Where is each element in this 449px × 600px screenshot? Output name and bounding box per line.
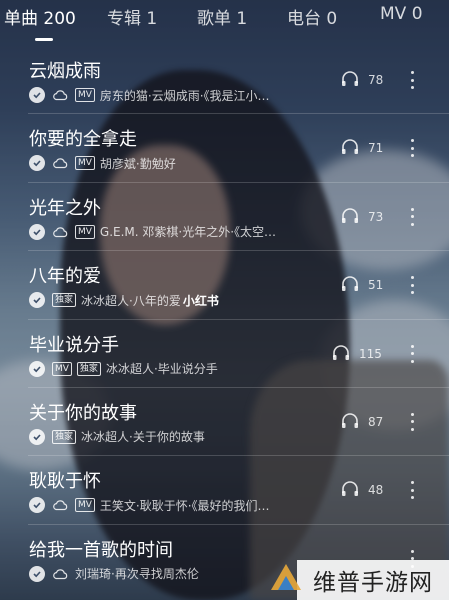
play-count: 87 [368, 414, 384, 429]
song-row-2[interactable]: 光年之外 MV G.E.M. 邓紫棋·光年之外·《太空… 73 [28, 183, 449, 252]
song-title: 光年之外 [29, 197, 101, 219]
song-row-6[interactable]: 耿耿于怀 MV 王笑文·耿耿于怀·《最好的我们… 48 [28, 456, 449, 525]
more-options-icon[interactable] [409, 139, 415, 158]
mv-tag: MV [75, 498, 95, 513]
play-count: 51 [368, 278, 384, 293]
check-icon [29, 292, 45, 309]
song-meta: MV 王笑文·耿耿于怀·《最好的我们… [29, 497, 270, 514]
play-count: 73 [368, 209, 384, 224]
song-subtitle: 冰冰超人·关于你的故事 [81, 430, 205, 445]
more-options-icon[interactable] [409, 344, 415, 363]
play-count: 48 [368, 483, 384, 498]
site-logo-icon [271, 564, 301, 590]
headphones-icon [342, 207, 358, 223]
cloud-icon [52, 89, 68, 101]
song-meta: 刘瑞琦·再次寻找周杰伦 [29, 565, 199, 582]
xiaohongshu-watermark: 小红书 [182, 293, 219, 308]
song-row-0[interactable]: 云烟成雨 MV 房东的猫·云烟成雨·《我是江小… 78 [28, 46, 449, 115]
mv-tag: MV [52, 361, 72, 376]
song-title: 云烟成雨 [29, 61, 101, 82]
check-icon [29, 565, 45, 582]
play-count: 78 [368, 73, 384, 87]
tab-radio[interactable]: 电台 0 [287, 4, 337, 29]
song-row-5[interactable]: 关于你的故事 独家 冰冰超人·关于你的故事 87 [28, 388, 449, 457]
song-subtitle: 王笑文·耿耿于怀·《最好的我们… [99, 498, 270, 513]
song-meta: 独家 冰冰超人·八年的爱 小红书 [29, 292, 219, 309]
song-subtitle: 冰冰超人·毕业说分手 [105, 362, 218, 377]
exclusive-tag: 独家 [76, 361, 101, 376]
tab-mv[interactable]: MV 0 [380, 4, 423, 24]
song-meta: MV 胡彦斌·勤勉好 [29, 155, 176, 172]
headphones-icon [342, 276, 358, 292]
song-title: 耿耿于怀 [29, 471, 101, 493]
headphones-icon [342, 71, 358, 86]
more-options-icon[interactable] [409, 276, 415, 295]
tab-playlist[interactable]: 歌单 1 [197, 4, 247, 29]
tab-indicator [35, 38, 53, 41]
song-title: 给我一首歌的时间 [29, 539, 173, 561]
song-meta: MV G.E.M. 邓紫棋·光年之外·《太空… [29, 223, 277, 240]
song-subtitle: 冰冰超人·八年的爱 [81, 293, 181, 308]
song-meta: MV 独家 冰冰超人·毕业说分手 [29, 360, 218, 377]
check-icon [29, 360, 45, 377]
cloud-icon [52, 499, 68, 511]
check-icon [29, 428, 45, 445]
site-watermark: 维普手游网 [271, 560, 449, 600]
song-title: 你要的全拿走 [29, 129, 137, 151]
song-row-4[interactable]: 毕业说分手 MV 独家 冰冰超人·毕业说分手 115 [28, 320, 449, 388]
more-options-icon[interactable] [409, 481, 415, 500]
cloud-icon [52, 226, 68, 238]
category-tab-bar: 单曲 200 专辑 1 歌单 1 电台 0 MV 0 [0, 0, 449, 42]
check-icon [29, 223, 45, 240]
headphones-icon [333, 344, 349, 360]
song-title: 关于你的故事 [29, 402, 137, 424]
song-row-1[interactable]: 你要的全拿走 MV 胡彦斌·勤勉好 71 [28, 114, 449, 183]
more-options-icon[interactable] [409, 207, 415, 226]
exclusive-tag: 独家 [52, 293, 77, 308]
mv-tag: MV [75, 88, 95, 102]
play-count: 71 [368, 141, 384, 156]
tab-single[interactable]: 单曲 200 [4, 4, 76, 29]
watermark-text: 维普手游网 [313, 570, 433, 596]
song-title: 毕业说分手 [29, 334, 119, 356]
exclusive-tag: 独家 [52, 429, 77, 444]
song-row-3[interactable]: 八年的爱 独家 冰冰超人·八年的爱 小红书 51 [28, 251, 449, 320]
song-subtitle: 胡彦斌·勤勉好 [99, 156, 176, 171]
mv-tag: MV [75, 156, 95, 171]
mv-tag: MV [75, 224, 95, 239]
headphones-icon [342, 139, 358, 155]
cloud-icon [52, 157, 68, 169]
song-title: 八年的爱 [29, 266, 101, 288]
tab-album[interactable]: 专辑 1 [107, 4, 157, 29]
song-subtitle: 房东的猫·云烟成雨·《我是江小… [99, 88, 270, 103]
song-meta: 独家 冰冰超人·关于你的故事 [29, 428, 205, 445]
headphones-icon [342, 481, 358, 497]
cloud-icon [52, 568, 68, 580]
check-icon [29, 155, 45, 172]
headphones-icon [342, 413, 358, 428]
check-icon [29, 497, 45, 514]
song-subtitle: 刘瑞琦·再次寻找周杰伦 [75, 567, 199, 582]
play-count: 115 [359, 346, 382, 361]
song-meta: MV 房东的猫·云烟成雨·《我是江小… [29, 87, 270, 103]
song-subtitle: G.E.M. 邓紫棋·光年之外·《太空… [99, 225, 277, 240]
check-icon [29, 87, 45, 103]
more-options-icon[interactable] [409, 412, 415, 431]
song-list: 云烟成雨 MV 房东的猫·云烟成雨·《我是江小… 78 你要的全拿走 MV 胡彦… [0, 46, 449, 593]
more-options-icon[interactable] [409, 71, 415, 89]
